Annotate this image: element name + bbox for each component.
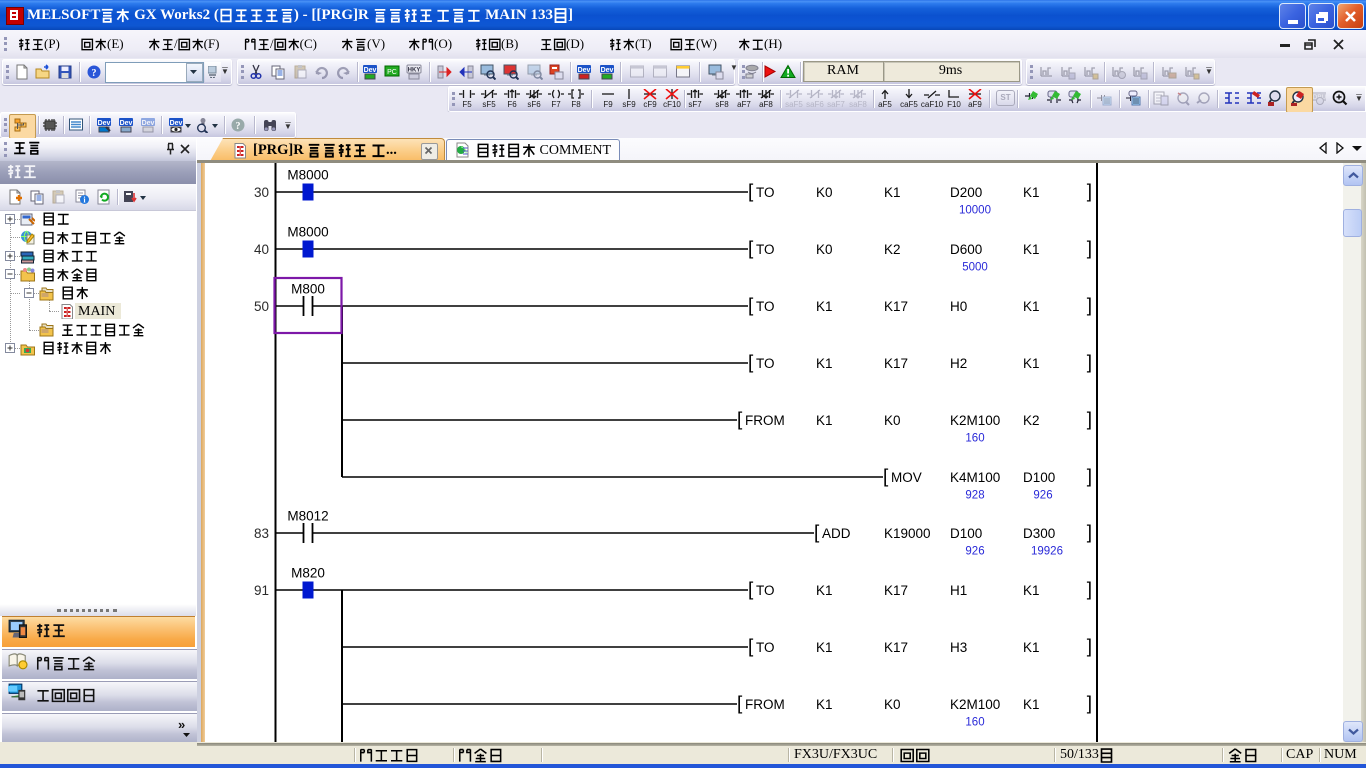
svg-text:926: 926 <box>965 546 984 558</box>
svg-text:H1: H1 <box>950 583 967 598</box>
svg-text:K1: K1 <box>816 413 833 428</box>
svg-text:K1: K1 <box>884 185 901 200</box>
svg-text:H0: H0 <box>950 299 967 314</box>
svg-text:50: 50 <box>254 299 269 314</box>
svg-text:[: [ <box>737 410 743 431</box>
svg-text:TO: TO <box>756 356 775 371</box>
svg-text:83: 83 <box>254 526 269 541</box>
svg-text:H3: H3 <box>950 640 967 655</box>
svg-text:ADD: ADD <box>822 526 851 541</box>
svg-text:Dev: Dev <box>364 67 377 74</box>
svg-text:Dev: Dev <box>601 67 614 74</box>
svg-text:K1: K1 <box>816 640 833 655</box>
svg-text:K0: K0 <box>884 413 901 428</box>
svg-text:K1: K1 <box>1023 640 1040 655</box>
svg-text:10000: 10000 <box>959 205 991 217</box>
svg-text:K17: K17 <box>884 640 908 655</box>
svg-text:[: [ <box>748 580 754 601</box>
svg-text:K0: K0 <box>884 697 901 712</box>
svg-text:160: 160 <box>965 717 984 729</box>
svg-text:]: ] <box>1087 353 1092 374</box>
svg-text:K1: K1 <box>1023 583 1040 598</box>
svg-text:M8000: M8000 <box>287 168 328 183</box>
svg-text:?: ? <box>92 68 97 79</box>
svg-text:M8012: M8012 <box>287 509 328 524</box>
svg-text:19926: 19926 <box>1031 546 1063 558</box>
svg-text:K1: K1 <box>1023 299 1040 314</box>
svg-text:K1: K1 <box>1023 185 1040 200</box>
svg-text:[: [ <box>748 182 754 203</box>
svg-text:5000: 5000 <box>962 262 988 274</box>
svg-text:Dev: Dev <box>120 120 133 127</box>
svg-text:]: ] <box>1087 239 1092 260</box>
svg-text:]: ] <box>1087 296 1092 317</box>
svg-text:[: [ <box>737 694 743 715</box>
svg-text:91: 91 <box>254 583 269 598</box>
svg-text:MOV: MOV <box>891 470 922 485</box>
svg-text:H2: H2 <box>950 356 967 371</box>
svg-text:K19000: K19000 <box>884 526 931 541</box>
svg-text:K4M100: K4M100 <box>950 470 1000 485</box>
svg-text:PC: PC <box>387 69 397 76</box>
svg-text:[: [ <box>748 353 754 374</box>
svg-text:M820: M820 <box>291 566 325 581</box>
svg-text:K0: K0 <box>816 185 833 200</box>
svg-text:K1: K1 <box>816 697 833 712</box>
svg-text:]: ] <box>1087 694 1092 715</box>
svg-text:D100: D100 <box>1023 470 1055 485</box>
svg-text:?: ? <box>236 121 241 132</box>
svg-text:K1: K1 <box>816 299 833 314</box>
svg-text:Dev: Dev <box>170 120 183 127</box>
svg-text:TO: TO <box>756 185 775 200</box>
svg-text:K2: K2 <box>1023 413 1040 428</box>
svg-text:926: 926 <box>1033 490 1052 502</box>
svg-text:FROM: FROM <box>745 697 785 712</box>
svg-text:K0: K0 <box>816 242 833 257</box>
svg-text:D600: D600 <box>950 242 982 257</box>
svg-text:TO: TO <box>756 299 775 314</box>
svg-text:K1: K1 <box>1023 242 1040 257</box>
svg-text:]: ] <box>1087 467 1092 488</box>
svg-text:FROM: FROM <box>745 413 785 428</box>
svg-text:30: 30 <box>254 185 269 200</box>
svg-text:K17: K17 <box>884 356 908 371</box>
svg-text:K17: K17 <box>884 583 908 598</box>
svg-text:[: [ <box>748 637 754 658</box>
svg-text:[: [ <box>748 239 754 260</box>
svg-text:]: ] <box>1087 410 1092 431</box>
svg-text:]: ] <box>1087 637 1092 658</box>
svg-text:TO: TO <box>756 242 775 257</box>
svg-text:928: 928 <box>965 490 984 502</box>
svg-text:[: [ <box>814 523 820 544</box>
svg-text:K1: K1 <box>1023 697 1040 712</box>
svg-text:K1: K1 <box>816 356 833 371</box>
svg-text:M8000: M8000 <box>287 225 328 240</box>
svg-text:40: 40 <box>254 242 269 257</box>
svg-text:]: ] <box>1087 182 1092 203</box>
svg-text:K17: K17 <box>884 299 908 314</box>
svg-text:TO: TO <box>756 640 775 655</box>
svg-text:Dev: Dev <box>142 120 155 127</box>
svg-text:K2M100: K2M100 <box>950 697 1000 712</box>
svg-text:K2: K2 <box>884 242 901 257</box>
svg-text:[: [ <box>883 467 889 488</box>
svg-text:[: [ <box>748 296 754 317</box>
svg-text:D100: D100 <box>950 526 982 541</box>
svg-text:K1: K1 <box>1023 356 1040 371</box>
svg-text:D300: D300 <box>1023 526 1055 541</box>
svg-text:]: ] <box>1087 523 1092 544</box>
svg-text:Dev: Dev <box>578 67 591 74</box>
svg-text:Dev: Dev <box>98 120 111 127</box>
svg-text:D200: D200 <box>950 185 982 200</box>
svg-text:]: ] <box>1087 580 1092 601</box>
svg-text:K2M100: K2M100 <box>950 413 1000 428</box>
svg-text:M800: M800 <box>291 282 325 297</box>
svg-text:K1: K1 <box>816 583 833 598</box>
svg-text:TO: TO <box>756 583 775 598</box>
svg-text:160: 160 <box>965 433 984 445</box>
svg-text:HKY: HKY <box>408 68 421 74</box>
